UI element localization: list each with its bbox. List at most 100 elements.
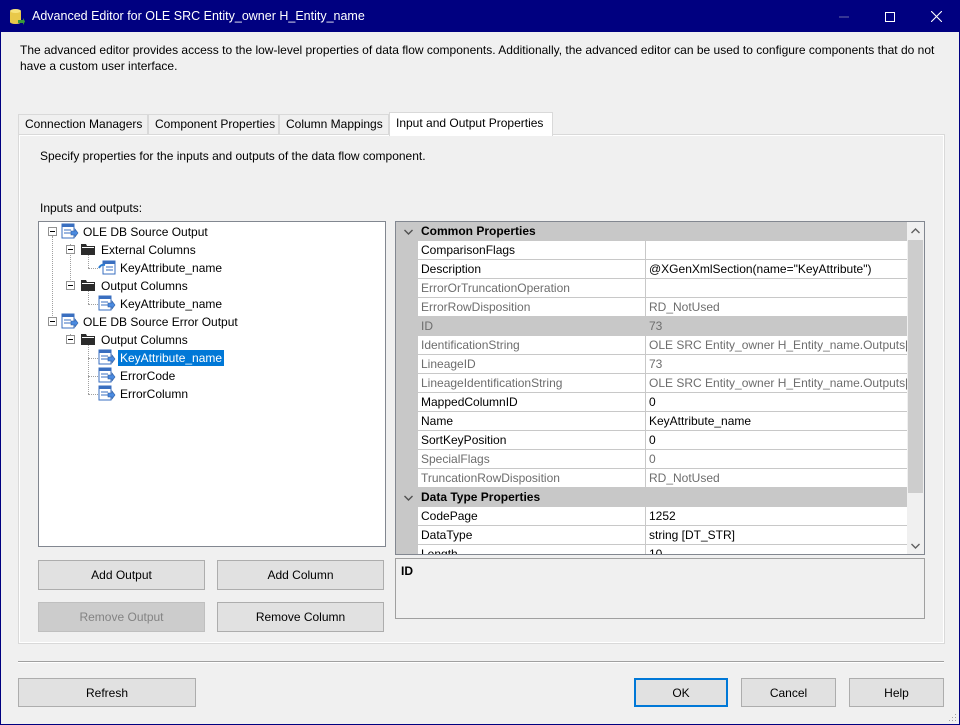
property-grid-scrollbar[interactable] [907,222,924,554]
tab-input-output-properties[interactable]: Input and Output Properties [389,112,553,136]
tree-node-external-keyattribute-name[interactable]: KeyAttribute_name [118,259,224,277]
tree-node-errorcolumn[interactable]: ErrorColumn [118,385,190,403]
tab-component-properties[interactable]: Component Properties [148,114,279,135]
tree-node-ole-db-source-error-output[interactable]: OLE DB Source Error Output [81,313,240,331]
property-name[interactable]: SortKeyPosition [418,431,646,450]
property-row[interactable]: Description @XGenXmlSection(name="KeyAttr… [396,260,907,279]
database-icon [10,9,25,25]
output-column-icon [98,385,116,401]
tree-node-external-columns[interactable]: External Columns [99,241,198,259]
chevron-down-icon[interactable] [402,222,414,241]
scroll-down-button[interactable] [907,537,924,554]
title-bar: Advanced Editor for OLE SRC Entity_owner… [1,1,959,32]
external-column-icon [98,260,116,275]
property-name[interactable]: LineageIdentificationString [418,374,646,393]
collapse-toggle[interactable] [48,317,57,326]
add-output-button[interactable]: Add Output [38,560,205,590]
property-name[interactable]: MappedColumnID [418,393,646,412]
scroll-up-button[interactable] [907,222,924,239]
property-value[interactable]: string [DT_STR] [646,526,907,545]
property-row[interactable]: ID 73 [396,317,907,336]
property-value[interactable]: OLE SRC Entity_owner H_Entity_name.Outpu… [646,336,907,355]
tree-connector [88,358,98,359]
property-value[interactable]: 0 [646,393,907,412]
collapse-toggle[interactable] [66,245,75,254]
tab-column-mappings[interactable]: Column Mappings [279,114,389,135]
close-icon [930,11,942,22]
property-row[interactable]: SpecialFlags 0 [396,450,907,469]
property-row[interactable]: TruncationRowDisposition RD_NotUsed [396,469,907,488]
collapse-toggle[interactable] [66,335,75,344]
scroll-thumb[interactable] [908,240,923,493]
property-name[interactable]: LineageID [418,355,646,374]
resize-grip-icon[interactable] [947,712,957,722]
inputs-outputs-tree[interactable]: OLE DB Source Output External Columns Ke… [38,221,386,547]
property-value[interactable]: RD_NotUsed [646,469,907,488]
chevron-down-icon[interactable] [402,488,414,507]
property-row[interactable]: LineageIdentificationString OLE SRC Entit… [396,374,907,393]
property-row[interactable]: ComparisonFlags [396,241,907,260]
property-row[interactable]: DataType string [DT_STR] [396,526,907,545]
footer-separator [18,661,944,663]
property-value[interactable]: 73 [646,355,907,374]
property-value[interactable]: 1252 [646,507,907,526]
refresh-button[interactable]: Refresh [18,678,196,707]
tree-node-error-keyattribute-name[interactable]: KeyAttribute_name [118,349,225,367]
tree-node-output-columns[interactable]: Output Columns [99,277,190,295]
property-name[interactable]: ErrorOrTruncationOperation [418,279,646,298]
property-value[interactable]: KeyAttribute_name [646,412,907,431]
property-value[interactable]: RD_NotUsed [646,298,907,317]
advanced-editor-window: Advanced Editor for OLE SRC Entity_owner… [0,0,960,725]
property-category[interactable]: Data Type Properties [396,488,907,507]
property-row[interactable]: Name KeyAttribute_name [396,412,907,431]
property-name[interactable]: ID [418,317,646,336]
property-help-title: ID [401,564,413,578]
property-row[interactable]: LineageID 73 [396,355,907,374]
property-name[interactable]: Name [418,412,646,431]
remove-output-button[interactable]: Remove Output [38,602,205,632]
property-row[interactable]: CodePage 1252 [396,507,907,526]
property-row[interactable]: IdentificationString OLE SRC Entity_owner… [396,336,907,355]
property-name[interactable]: ErrorRowDisposition [418,298,646,317]
property-name[interactable]: TruncationRowDisposition [418,469,646,488]
help-button[interactable]: Help [849,678,944,707]
property-value[interactable]: OLE SRC Entity_owner H_Entity_name.Outpu… [646,374,907,393]
collapse-toggle[interactable] [66,281,75,290]
property-value[interactable]: 10 [646,545,907,554]
collapse-toggle[interactable] [48,227,57,236]
property-value[interactable] [646,241,907,260]
add-column-button[interactable]: Add Column [217,560,384,590]
output-column-icon [98,367,116,383]
property-value[interactable]: 0 [646,431,907,450]
cancel-button[interactable]: Cancel [741,678,836,707]
property-name[interactable]: IdentificationString [418,336,646,355]
property-row[interactable]: ErrorRowDisposition RD_NotUsed [396,298,907,317]
property-row[interactable]: ErrorOrTruncationOperation [396,279,907,298]
property-name[interactable]: Description [418,260,646,279]
property-row[interactable]: SortKeyPosition 0 [396,431,907,450]
property-name[interactable]: Length [418,545,646,554]
minimize-button[interactable] [821,1,867,32]
tab-connection-managers[interactable]: Connection Managers [18,114,148,135]
tree-node-error-output-columns[interactable]: Output Columns [99,331,190,349]
property-name[interactable]: CodePage [418,507,646,526]
close-button[interactable] [913,1,959,32]
maximize-button[interactable] [867,1,913,32]
ok-button[interactable]: OK [634,678,728,707]
property-value[interactable] [646,279,907,298]
tree-node-ole-db-source-output[interactable]: OLE DB Source Output [81,223,210,241]
property-name[interactable]: DataType [418,526,646,545]
property-row[interactable]: MappedColumnID 0 [396,393,907,412]
property-grid[interactable]: Common Properties ComparisonFlags Descript… [395,221,925,555]
output-column-icon [98,295,116,311]
tree-node-output-keyattribute-name[interactable]: KeyAttribute_name [118,295,224,313]
property-value[interactable]: 0 [646,450,907,469]
property-value[interactable]: @XGenXmlSection(name="KeyAttribute") [646,260,907,279]
property-category[interactable]: Common Properties [396,222,907,241]
property-name[interactable]: SpecialFlags [418,450,646,469]
tree-node-errorcode[interactable]: ErrorCode [118,367,177,385]
property-name[interactable]: ComparisonFlags [418,241,646,260]
property-row[interactable]: Length 10 [396,545,907,554]
property-value[interactable]: 73 [646,317,907,336]
remove-column-button[interactable]: Remove Column [217,602,384,632]
